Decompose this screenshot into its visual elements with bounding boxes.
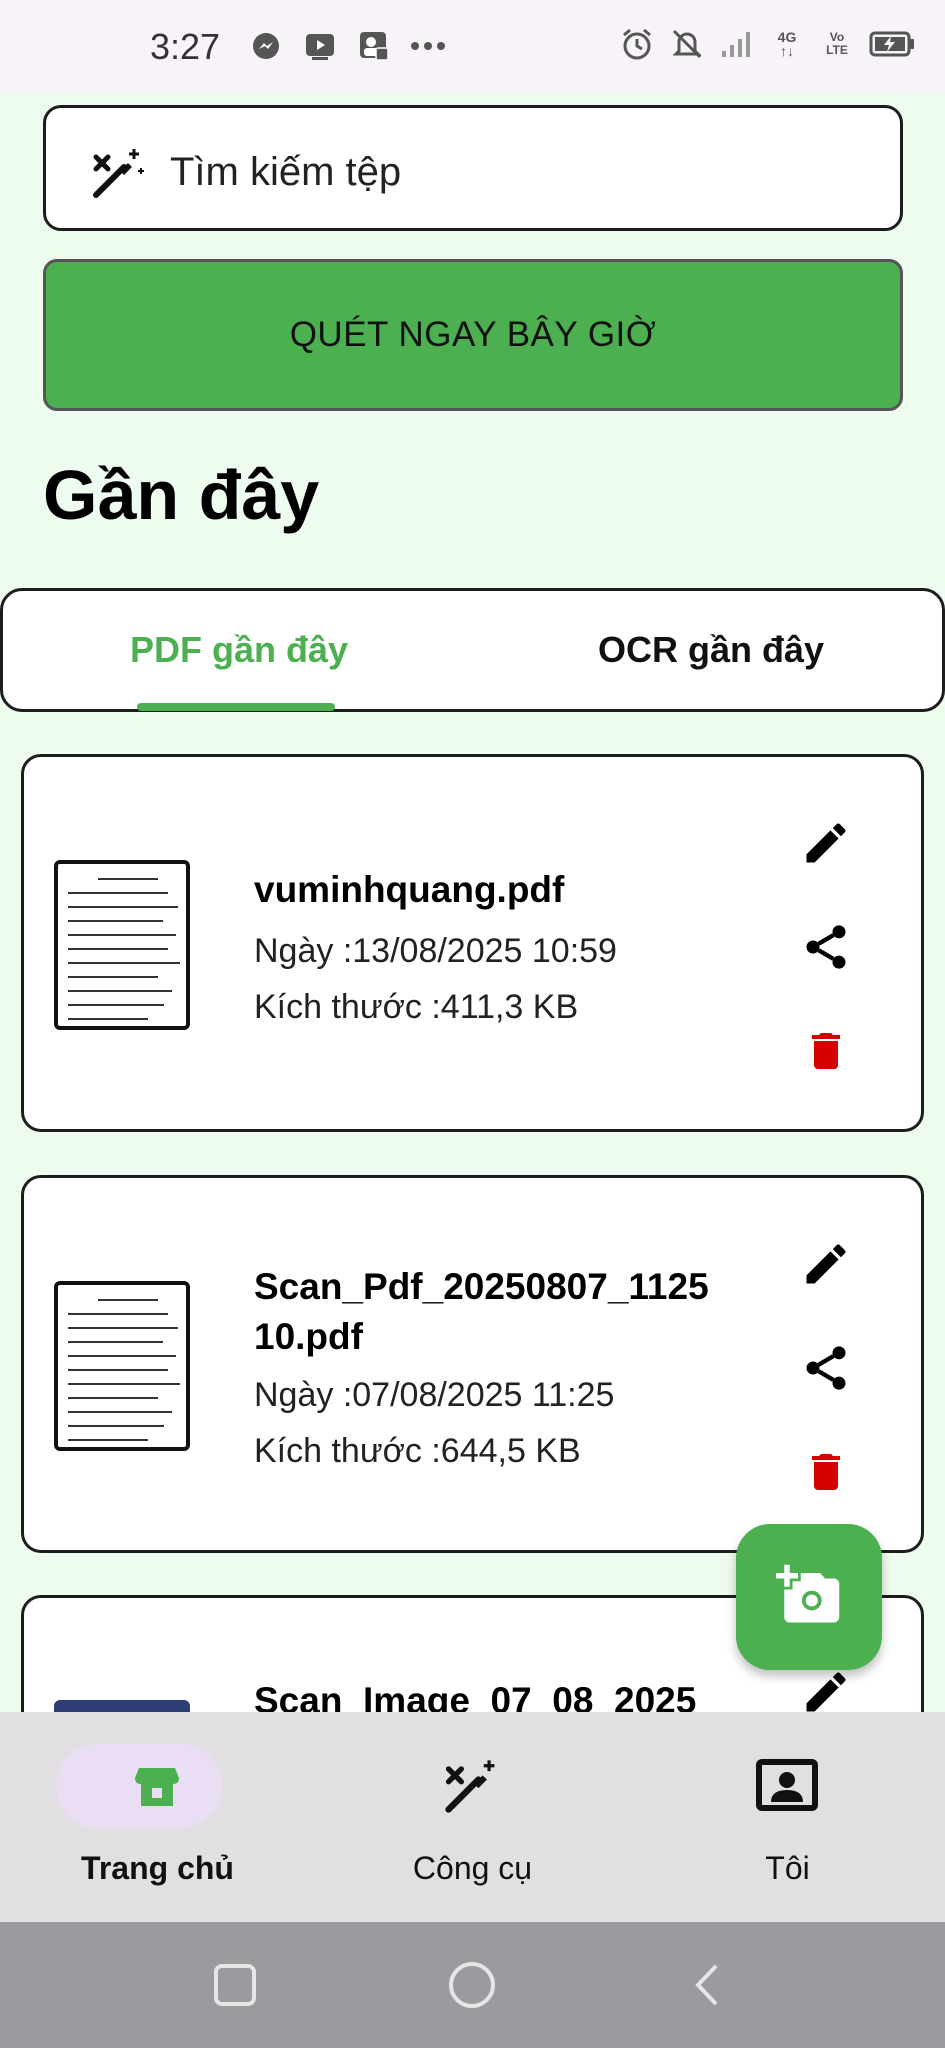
alarm-icon	[619, 26, 655, 62]
system-nav-bar	[0, 1922, 945, 2048]
recents-icon[interactable]	[210, 1960, 260, 2010]
file-size: Kích thước :644,5 KB	[254, 1432, 581, 1470]
edit-icon[interactable]	[794, 1232, 858, 1296]
messenger-icon	[248, 28, 284, 64]
battery-charging-icon	[869, 26, 915, 62]
file-date: Ngày :07/08/2025 11:25	[254, 1376, 615, 1414]
notification-icons	[248, 28, 446, 64]
add-photo-fab[interactable]	[736, 1524, 882, 1670]
file-card[interactable]: vuminhquang.pdf Ngày :13/08/2025 10:59 K…	[21, 754, 924, 1132]
tab-recent-ocr[interactable]: OCR gần đây	[475, 591, 945, 709]
back-icon[interactable]	[684, 1960, 734, 2010]
profile-icon	[755, 1754, 819, 1818]
delete-icon[interactable]	[794, 1019, 858, 1083]
file-size: Kích thước :411,3 KB	[254, 988, 579, 1026]
share-icon[interactable]	[794, 915, 858, 979]
nav-tools-label: Công cụ	[412, 1850, 533, 1886]
edit-icon[interactable]	[794, 811, 858, 875]
file-thumbnail	[54, 1281, 190, 1451]
file-name: Scan_Pdf_20250807_1125 10.pdf	[254, 1262, 709, 1362]
add-camera-icon	[776, 1562, 842, 1633]
status-bar: 3:27 4G ↑↓ Vo LTE	[0, 0, 945, 92]
signal-icon	[719, 26, 755, 62]
mute-icon	[669, 26, 705, 62]
nav-home-label: Trang chủ	[81, 1850, 234, 1886]
bottom-navigation: Trang chủ Công cụ Tôi	[0, 1712, 945, 1922]
scan-now-button[interactable]: QUÉT NGAY BÂY GIỜ	[43, 259, 903, 411]
file-name-line-1: Scan_Pdf_20250807_1125	[254, 1266, 709, 1307]
file-search-box[interactable]: Tìm kiếm tệp	[43, 105, 903, 231]
nav-home[interactable]: Trang chủ	[0, 1712, 315, 1922]
tab-recent-pdf[interactable]: PDF gần đây	[3, 591, 475, 709]
recent-tabs: PDF gần đây OCR gần đây	[0, 588, 945, 712]
magic-wand-icon	[88, 143, 148, 203]
nav-profile-label: Tôi	[765, 1850, 810, 1886]
status-time: 3:27	[150, 26, 221, 67]
volte-icon: Vo LTE	[819, 26, 855, 62]
file-thumbnail	[54, 860, 190, 1030]
network-label: 4G	[777, 29, 797, 45]
volte-label: Vo LTE	[826, 30, 848, 57]
search-placeholder: Tìm kiếm tệp	[170, 150, 402, 194]
system-status-icons: 4G ↑↓ Vo LTE	[619, 26, 915, 62]
network-4g-icon: 4G ↑↓	[777, 29, 797, 59]
file-name: vuminhquang.pdf	[254, 869, 565, 910]
file-name-line-2: 10.pdf	[254, 1316, 363, 1357]
facebook-pages-icon	[356, 28, 392, 64]
nav-profile[interactable]: Tôi	[630, 1712, 945, 1922]
home-icon	[125, 1754, 189, 1818]
video-app-icon	[302, 28, 338, 64]
file-card[interactable]: Scan_Pdf_20250807_1125 10.pdf Ngày :07/0…	[21, 1175, 924, 1553]
active-tab-indicator	[137, 703, 335, 711]
share-icon[interactable]	[794, 1336, 858, 1400]
delete-icon[interactable]	[794, 1440, 858, 1504]
more-icon	[410, 28, 446, 64]
nav-tools[interactable]: Công cụ	[315, 1712, 630, 1922]
home-circle-icon[interactable]	[447, 1960, 497, 2010]
tools-icon	[440, 1754, 504, 1818]
file-date: Ngày :13/08/2025 10:59	[254, 932, 617, 970]
recent-title: Gần đây	[43, 456, 320, 534]
